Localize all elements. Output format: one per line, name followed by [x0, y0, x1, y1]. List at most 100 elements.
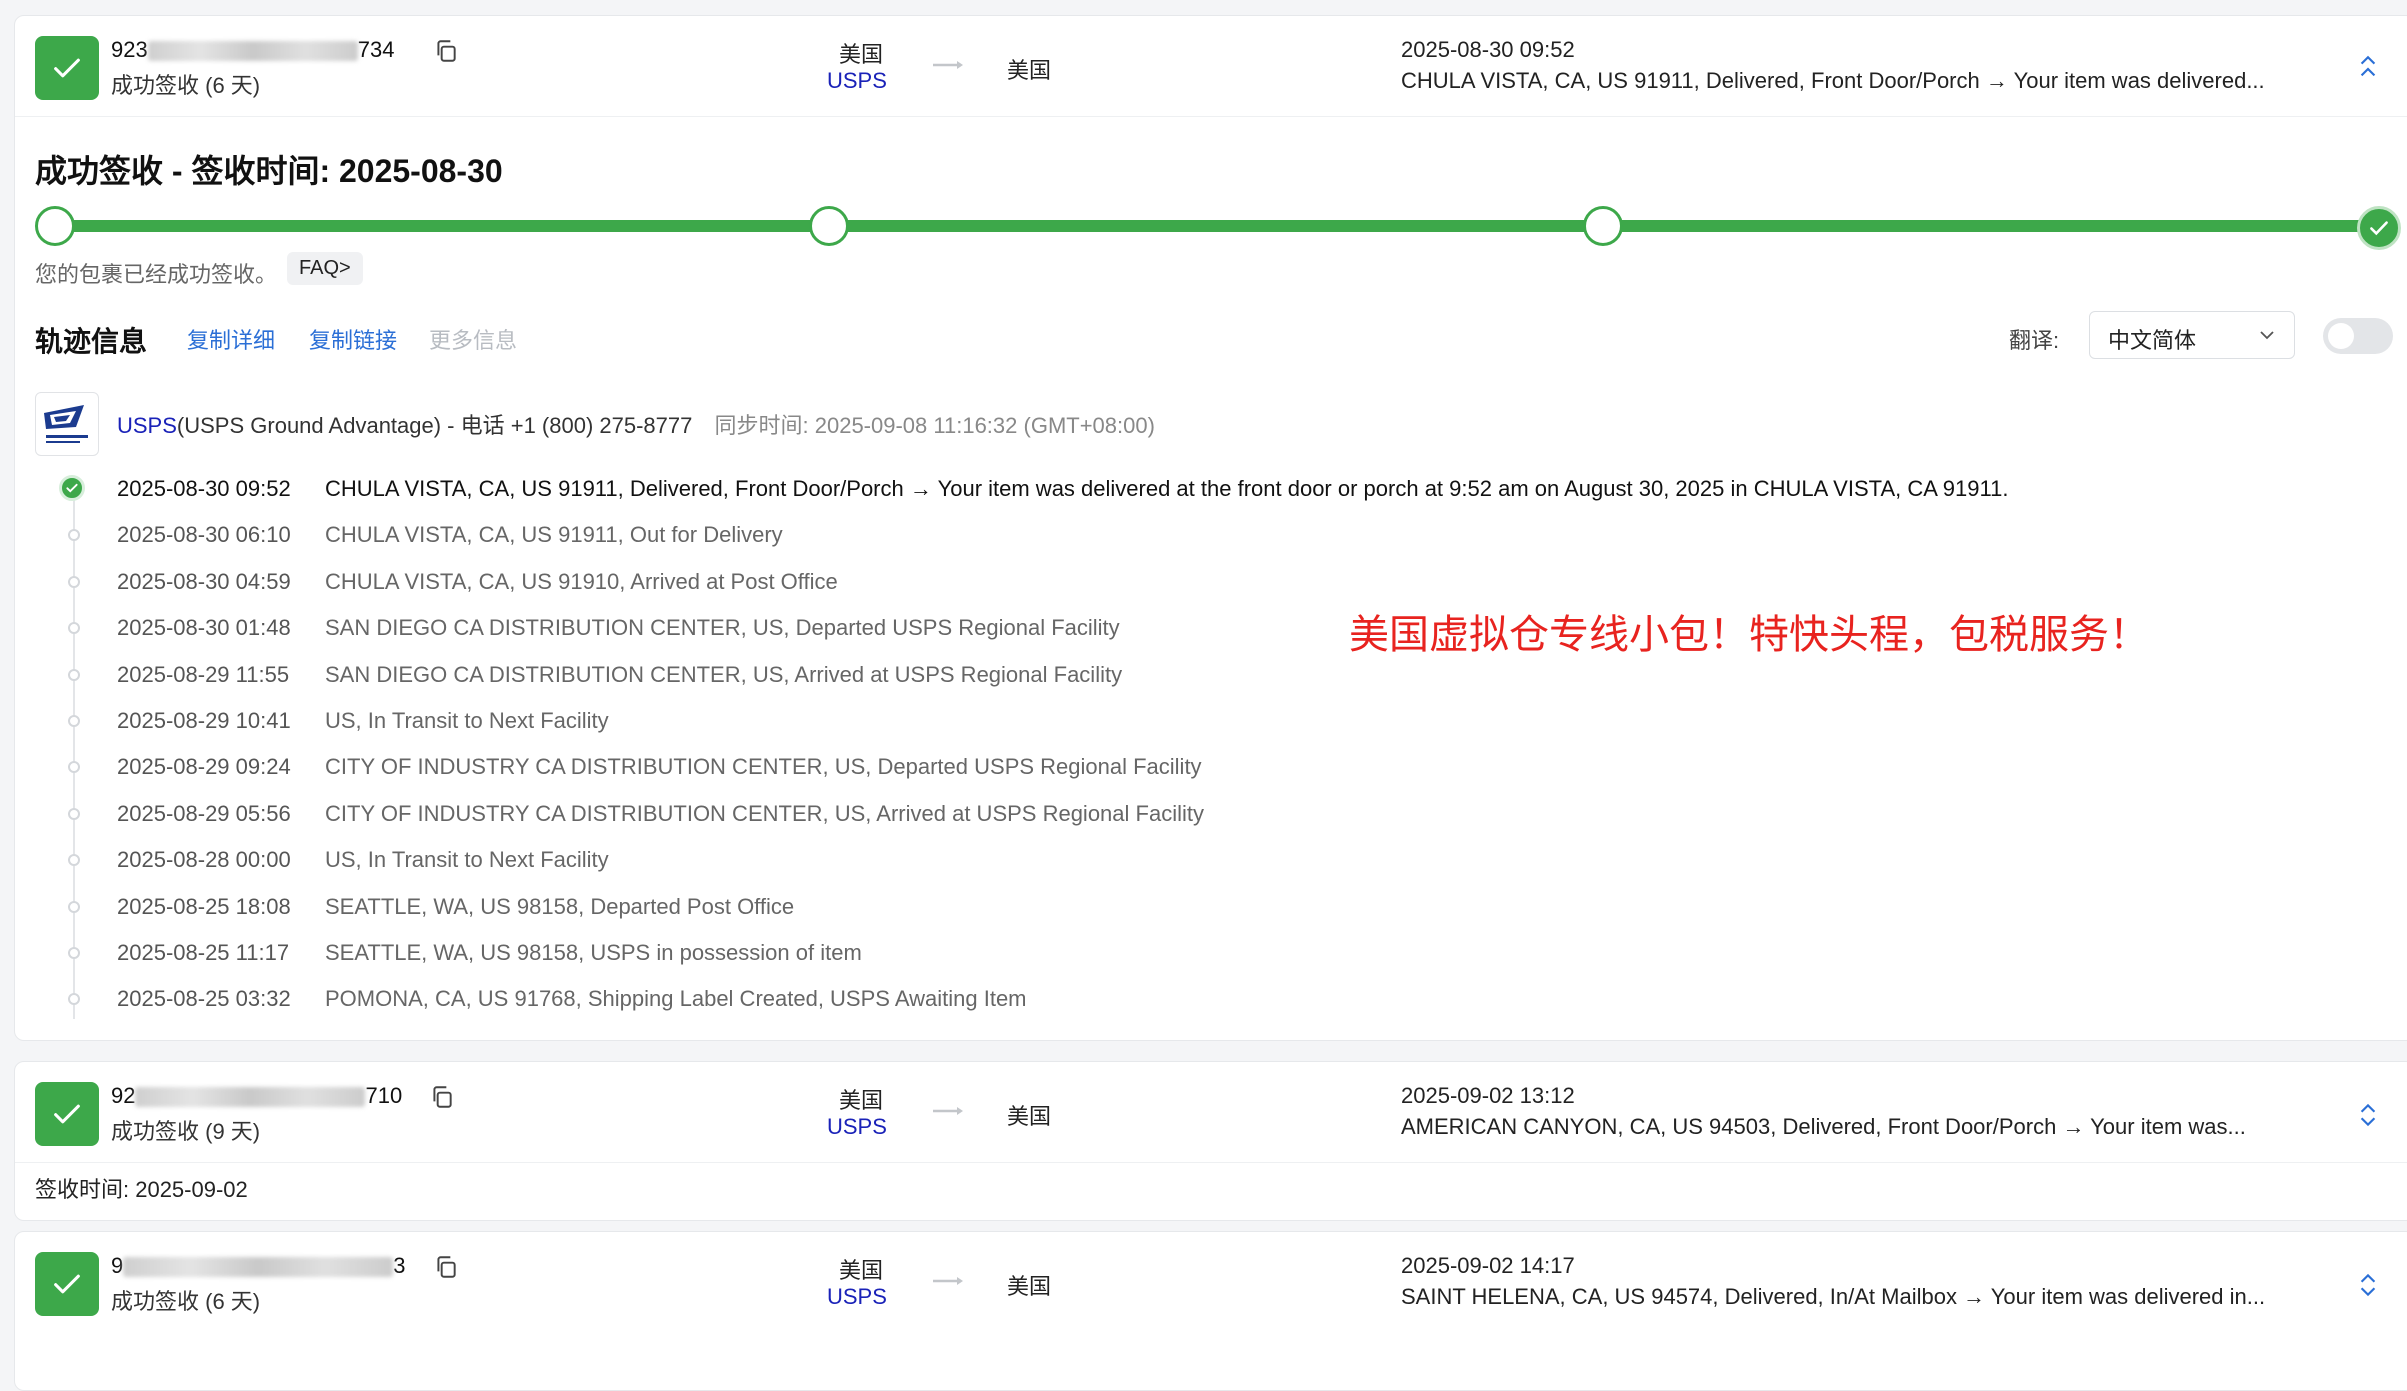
- event-time: 2025-08-29 10:41: [117, 708, 291, 733]
- tracking-number[interactable]: 92 710: [111, 1083, 402, 1109]
- copy-link-link[interactable]: 复制链接: [309, 323, 397, 355]
- check-icon: [54, 1104, 80, 1124]
- delivery-heading: 成功签收 - 签收时间: 2025-08-30: [35, 153, 503, 189]
- event-time: 2025-08-28 00:00: [117, 847, 291, 872]
- delivered-badge: [35, 1082, 99, 1146]
- language-select-value: 中文简体: [2108, 328, 2197, 353]
- latest-event-time: 2025-08-30 09:52: [1401, 37, 1575, 62]
- arrow-right-icon: [933, 61, 963, 69]
- delivery-status: 成功签收 (6 天): [111, 73, 261, 98]
- event-time: 2025-08-30 06:10: [117, 522, 291, 547]
- delivered-badge: [35, 1252, 99, 1316]
- event-desc: US, In Transit to Next Facility: [325, 847, 609, 872]
- delivered-badge: [35, 36, 99, 100]
- timeline-dot: [68, 993, 80, 1005]
- tracking-number[interactable]: 93: [111, 1253, 406, 1279]
- event-desc: CITY OF INDUSTRY CA DISTRIBUTION CENTER,…: [325, 754, 1202, 779]
- event-desc: CHULA VISTA, CA, US 91910, Arrived at Po…: [325, 569, 838, 594]
- progress-step-3: [1583, 206, 1623, 246]
- timeline-dot: [68, 761, 80, 773]
- shipment-card-1: 923 734 成功签收 (6 天) 美国 USPS 美国 2025-08-30 …: [14, 15, 2407, 1041]
- event-desc: SEATTLE, WA, US 98158, Departed Post Off…: [325, 894, 795, 919]
- copy-icon[interactable]: [433, 1254, 459, 1280]
- faq-link[interactable]: FAQ>: [287, 252, 363, 285]
- timeline-dot: [68, 901, 80, 913]
- carrier-line: USPS(USPS Ground Advantage) - 电话 +1 (800…: [117, 408, 1155, 440]
- latest-event-desc: AMERICAN CANYON, CA, US 94503, Delivered…: [1401, 1114, 2246, 1139]
- expand-chevron-icon[interactable]: [2355, 1270, 2381, 1300]
- event-time: 2025-08-29 05:56: [117, 801, 291, 826]
- origin-country: 美国: [839, 1258, 884, 1283]
- masked-digits: [135, 1087, 366, 1108]
- timeline-dot: [68, 622, 80, 634]
- usps-eagle-icon: [44, 405, 88, 443]
- more-info-link[interactable]: 更多信息: [429, 323, 517, 355]
- carrier-name[interactable]: USPS: [827, 1284, 887, 1310]
- origin-country: 美国: [839, 42, 884, 67]
- copy-icon[interactable]: [429, 1084, 455, 1110]
- latest-event-desc: CHULA VISTA, CA, US 91911, Delivered, Fr…: [1401, 68, 2265, 93]
- progress-track: [55, 220, 2375, 232]
- copy-icon[interactable]: [433, 38, 459, 64]
- destination-country: 美国: [1007, 58, 1052, 83]
- progress-step-1: [35, 206, 75, 246]
- timeline-dot: [68, 669, 80, 681]
- event-time: 2025-08-25 11:17: [117, 940, 290, 965]
- event-time: 2025-08-29 09:24: [117, 754, 291, 779]
- copy-detail-link[interactable]: 复制详细: [187, 323, 275, 355]
- timeline-current-dot: [59, 475, 85, 501]
- latest-event-time: 2025-09-02 13:12: [1401, 1083, 1575, 1108]
- event-desc: US, In Transit to Next Facility: [325, 708, 609, 733]
- latest-event-time: 2025-09-02 14:17: [1401, 1253, 1575, 1278]
- carrier-service: (USPS Ground Advantage) - 电话 +1 (800) 27…: [176, 413, 693, 438]
- sync-time: 同步时间: 2025-09-08 11:16:32 (GMT+08:00): [714, 413, 1155, 438]
- expand-chevron-icon[interactable]: [2355, 1100, 2381, 1130]
- masked-digits: [147, 41, 358, 62]
- event-desc: CITY OF INDUSTRY CA DISTRIBUTION CENTER,…: [325, 801, 1204, 826]
- timeline-dot: [68, 576, 80, 588]
- track-info-title: 轨迹信息: [35, 326, 148, 357]
- event-desc: SEATTLE, WA, US 98158, USPS in possessio…: [325, 940, 862, 965]
- language-select[interactable]: 中文简体: [2089, 311, 2295, 359]
- tracking-number[interactable]: 923 734: [111, 37, 394, 63]
- check-icon: [54, 1274, 80, 1294]
- carrier-name[interactable]: USPS: [827, 68, 887, 94]
- translate-label: 翻译:: [2009, 328, 2060, 353]
- delivery-status: 成功签收 (9 天): [111, 1119, 261, 1144]
- delivered-time: 签收时间: 2025-09-02: [35, 1177, 248, 1202]
- chevron-down-icon: [2260, 331, 2274, 340]
- event-time: 2025-08-30 09:52: [117, 476, 291, 501]
- event-desc: CHULA VISTA, CA, US 91911, Out for Deliv…: [325, 522, 783, 547]
- event-time: 2025-08-25 18:08: [117, 894, 291, 919]
- event-time: 2025-08-30 04:59: [117, 569, 291, 594]
- check-icon: [66, 483, 78, 493]
- toggle-knob: [2328, 323, 2354, 349]
- carrier-name[interactable]: USPS: [827, 1114, 887, 1140]
- collapse-chevron-icon[interactable]: [2355, 54, 2381, 84]
- timeline-line: [73, 484, 75, 1019]
- event-time: 2025-08-30 01:48: [117, 615, 291, 640]
- timeline-dot: [68, 854, 80, 866]
- delivery-status: 成功签收 (6 天): [111, 1289, 261, 1314]
- shipment-card-2: 92 710 成功签收 (9 天) 美国 USPS 美国 2025-09-02 1…: [14, 1061, 2407, 1221]
- origin-country: 美国: [839, 1088, 884, 1113]
- shipment-card-3: 93 成功签收 (6 天) 美国 USPS 美国 2025-09-02 14:1…: [14, 1231, 2407, 1391]
- event-time: 2025-08-25 03:32: [117, 986, 291, 1011]
- header-divider: [15, 1162, 2407, 1163]
- arrow-right-icon: [933, 1107, 963, 1115]
- usps-logo: [35, 392, 99, 456]
- carrier-link[interactable]: USPS: [117, 413, 177, 438]
- masked-digits: [123, 1257, 394, 1278]
- header-divider: [15, 116, 2407, 117]
- event-desc: SAN DIEGO CA DISTRIBUTION CENTER, US, De…: [325, 615, 1120, 640]
- destination-country: 美国: [1007, 1104, 1052, 1129]
- timeline-dot: [68, 808, 80, 820]
- event-desc: SAN DIEGO CA DISTRIBUTION CENTER, US, Ar…: [325, 662, 1123, 687]
- check-icon: [54, 58, 80, 78]
- delivery-note: 您的包裹已经成功签收。: [35, 262, 278, 287]
- event-desc: CHULA VISTA, CA, US 91911, Delivered, Fr…: [325, 476, 2009, 501]
- progress-step-4: [2357, 206, 2401, 250]
- translate-toggle[interactable]: [2323, 318, 2393, 354]
- event-desc: POMONA, CA, US 91768, Shipping Label Cre…: [325, 986, 1027, 1011]
- timeline-dot: [68, 529, 80, 541]
